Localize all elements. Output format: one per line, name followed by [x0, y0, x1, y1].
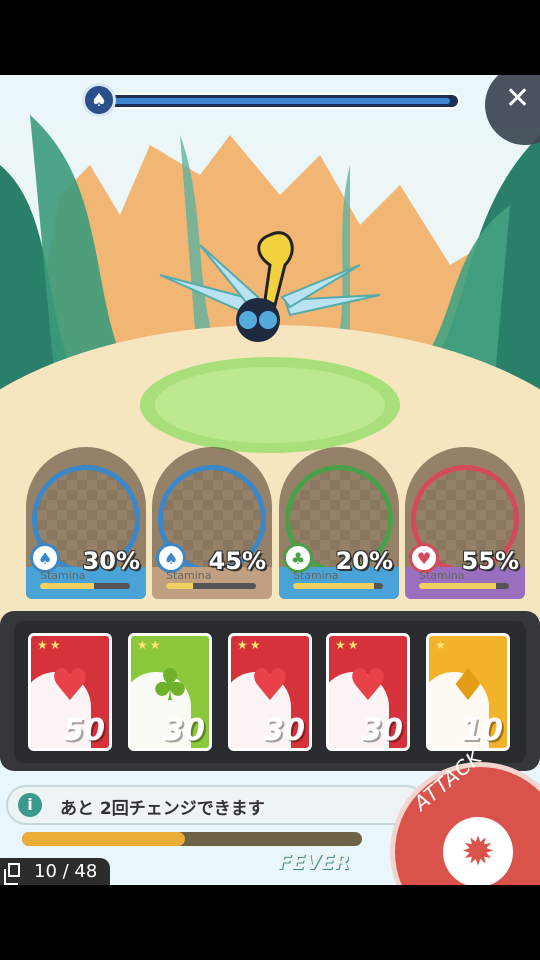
stamina-bar [419, 583, 509, 589]
fever-gauge [22, 832, 362, 846]
member-percent: 30% [82, 547, 140, 575]
deck-counter: 10 / 48 [0, 858, 110, 885]
card-stars: ★★ [335, 638, 361, 652]
team-member-ant[interactable]: ♠ 45% Stamina [152, 447, 272, 599]
fever-gauge-fill [22, 832, 186, 846]
enemy-hp-track [102, 93, 460, 109]
card-suit-icon: ♣ [150, 660, 190, 711]
battle-background [0, 75, 540, 695]
card-value: 30 [361, 713, 403, 748]
info-icon: i [18, 793, 42, 817]
card-3[interactable]: ★★ ♥ 30 [228, 633, 312, 751]
stamina-label: Stamina [419, 569, 465, 582]
team-member-dragonfly[interactable]: ♣ 20% Stamina [279, 447, 399, 599]
team-member-ladybug[interactable]: ♥ 55% Stamina [405, 447, 525, 599]
card-4[interactable]: ★★ ♥ 30 [326, 633, 410, 751]
card-stars: ★★ [37, 638, 63, 652]
card-5[interactable]: ★ ♦ 10 [426, 633, 510, 751]
deck-count: 10 / 48 [34, 861, 98, 882]
stamina-bar [166, 583, 256, 589]
attack-button[interactable]: ATTACK ✹ [390, 745, 540, 885]
stamina-label: Stamina [166, 569, 212, 582]
enemy-hp-bar: ♠ [82, 83, 462, 117]
card-1[interactable]: ★★ ♥ 50 [28, 633, 112, 751]
stamina-bar [293, 583, 383, 589]
member-percent: 20% [335, 547, 393, 575]
deck-icon [4, 863, 20, 885]
spade-icon: ♠ [82, 83, 116, 117]
info-text: あと 2回チェンジできます [60, 799, 265, 819]
stamina-label: Stamina [40, 569, 86, 582]
card-value: 50 [63, 713, 105, 748]
card-stars: ★★ [137, 638, 163, 652]
team-member-blue-beetle[interactable]: ♠ 30% Stamina [26, 447, 146, 599]
card-suit-icon: ♥ [250, 660, 290, 711]
battle-circle [155, 367, 385, 443]
stamina-bar [40, 583, 130, 589]
card-value: 10 [461, 713, 503, 748]
fever-label: FEVER [278, 850, 350, 874]
card-tray: ★★ ♥ 50 ★★ ♣ 30 ★★ ♥ 30 ★★ ♥ 30 ★ ♦ 10 [0, 611, 540, 771]
bug-attack-icon: ✹ [443, 817, 513, 885]
stamina-label: Stamina [293, 569, 339, 582]
card-2[interactable]: ★★ ♣ 30 [128, 633, 212, 751]
member-percent: 45% [208, 547, 266, 575]
enemy-hp-fill [107, 98, 450, 104]
card-suit-icon: ♦ [448, 660, 488, 711]
game-screen: ♠ ✕ ♠ 30% Stamina ♠ 45% Stamina ♣ 20% Stamina ♥ 55… [0, 75, 540, 885]
member-percent: 55% [461, 547, 519, 575]
close-icon: ✕ [505, 81, 531, 116]
card-stars: ★★ [237, 638, 263, 652]
card-value: 30 [163, 713, 205, 748]
card-suit-icon: ♥ [348, 660, 388, 711]
card-value: 30 [263, 713, 305, 748]
card-stars: ★ [435, 638, 448, 652]
card-suit-icon: ♥ [50, 660, 90, 711]
info-bar: i あと 2回チェンジできます [6, 785, 426, 825]
